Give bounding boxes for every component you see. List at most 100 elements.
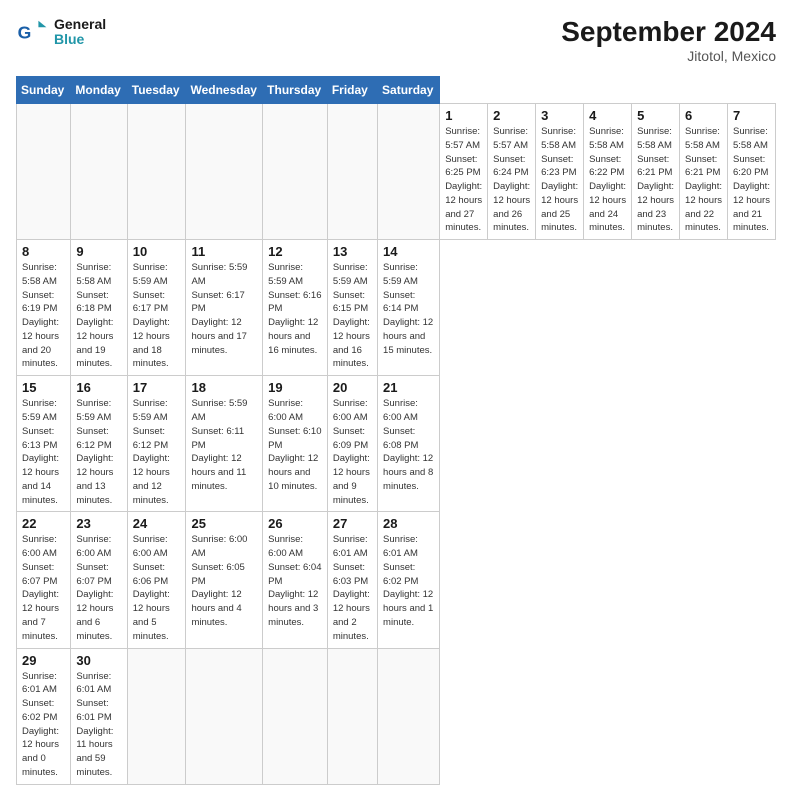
- day-number: 22: [22, 516, 65, 531]
- calendar-cell: 1Sunrise: 5:57 AMSunset: 6:25 PMDaylight…: [440, 104, 488, 240]
- day-detail: Sunrise: 6:00 AMSunset: 6:07 PMDaylight:…: [76, 533, 121, 643]
- calendar-cell: 15Sunrise: 5:59 AMSunset: 6:13 PMDayligh…: [17, 376, 71, 512]
- day-number: 15: [22, 380, 65, 395]
- calendar-cell: [263, 104, 328, 240]
- calendar-cell: 11 Sunrise: 5:59 AMSunset: 6:17 PMDayligh…: [186, 240, 263, 376]
- calendar-cell: 10 Sunrise: 5:59 AMSunset: 6:17 PMDayligh…: [127, 240, 186, 376]
- day-number: 24: [133, 516, 181, 531]
- day-number: 23: [76, 516, 121, 531]
- day-number: 10: [133, 244, 181, 259]
- logo-text: General Blue: [54, 17, 106, 48]
- day-detail: Sunrise: 5:58 AMSunset: 6:18 PMDaylight:…: [76, 261, 121, 371]
- day-detail: Sunrise: 5:58 AMSunset: 6:19 PMDaylight:…: [22, 261, 65, 371]
- day-detail: Sunrise: 6:01 AMSunset: 6:02 PMDaylight:…: [22, 670, 65, 780]
- day-detail: Sunrise: 5:58 AMSunset: 6:22 PMDaylight:…: [589, 125, 626, 235]
- col-header-saturday: Saturday: [378, 77, 440, 104]
- day-detail: Sunrise: 6:00 AMSunset: 6:05 PMDaylight:…: [191, 533, 257, 629]
- calendar-cell: 26Sunrise: 6:00 AMSunset: 6:04 PMDayligh…: [263, 512, 328, 648]
- day-detail: Sunrise: 6:00 AMSunset: 6:06 PMDaylight:…: [133, 533, 181, 643]
- day-detail: Sunrise: 5:59 AMSunset: 6:11 PMDaylight:…: [191, 397, 257, 493]
- day-detail: Sunrise: 6:01 AMSunset: 6:02 PMDaylight:…: [383, 533, 434, 629]
- calendar-cell: 23 Sunrise: 6:00 AMSunset: 6:07 PMDayligh…: [71, 512, 127, 648]
- page-header: G General Blue September 2024 Jitotol, M…: [16, 16, 776, 64]
- week-row-2: 8 Sunrise: 5:58 AMSunset: 6:19 PMDaylight…: [17, 240, 776, 376]
- day-detail: Sunrise: 6:01 AMSunset: 6:01 PMDaylight:…: [76, 670, 121, 780]
- col-header-thursday: Thursday: [263, 77, 328, 104]
- calendar-cell: 12 Sunrise: 5:59 AMSunset: 6:16 PMDayligh…: [263, 240, 328, 376]
- day-detail: Sunrise: 5:58 AMSunset: 6:23 PMDaylight:…: [541, 125, 578, 235]
- calendar-cell: 17Sunrise: 5:59 AMSunset: 6:12 PMDayligh…: [127, 376, 186, 512]
- day-number: 20: [333, 380, 372, 395]
- calendar-header-row: SundayMondayTuesdayWednesdayThursdayFrid…: [17, 77, 776, 104]
- day-number: 21: [383, 380, 434, 395]
- svg-text:G: G: [18, 22, 32, 42]
- day-number: 2: [493, 108, 530, 123]
- col-header-sunday: Sunday: [17, 77, 71, 104]
- day-detail: Sunrise: 5:57 AMSunset: 6:24 PMDaylight:…: [493, 125, 530, 235]
- week-row-5: 29 Sunrise: 6:01 AMSunset: 6:02 PMDayligh…: [17, 648, 776, 784]
- calendar-cell: 14Sunrise: 5:59 AMSunset: 6:14 PMDayligh…: [378, 240, 440, 376]
- day-detail: Sunrise: 5:59 AMSunset: 6:16 PMDaylight:…: [268, 261, 322, 357]
- calendar-cell: 7 Sunrise: 5:58 AMSunset: 6:20 PMDaylight…: [728, 104, 776, 240]
- day-detail: Sunrise: 6:00 AMSunset: 6:04 PMDaylight:…: [268, 533, 322, 629]
- calendar-cell: 4Sunrise: 5:58 AMSunset: 6:22 PMDaylight…: [584, 104, 632, 240]
- day-detail: Sunrise: 5:58 AMSunset: 6:21 PMDaylight:…: [637, 125, 674, 235]
- calendar-cell: [71, 104, 127, 240]
- day-detail: Sunrise: 5:59 AMSunset: 6:17 PMDaylight:…: [133, 261, 181, 371]
- calendar-cell: 24 Sunrise: 6:00 AMSunset: 6:06 PMDayligh…: [127, 512, 186, 648]
- week-row-4: 22 Sunrise: 6:00 AMSunset: 6:07 PMDayligh…: [17, 512, 776, 648]
- calendar-cell: [186, 104, 263, 240]
- calendar-cell: 25Sunrise: 6:00 AMSunset: 6:05 PMDayligh…: [186, 512, 263, 648]
- logo-line2: Blue: [54, 32, 106, 47]
- calendar-cell: [186, 648, 263, 784]
- page-title: September 2024: [561, 16, 776, 48]
- day-number: 19: [268, 380, 322, 395]
- day-number: 27: [333, 516, 372, 531]
- day-detail: Sunrise: 5:59 AMSunset: 6:12 PMDaylight:…: [76, 397, 121, 507]
- day-detail: Sunrise: 6:00 AMSunset: 6:07 PMDaylight:…: [22, 533, 65, 643]
- day-number: 1: [445, 108, 482, 123]
- day-detail: Sunrise: 5:58 AMSunset: 6:20 PMDaylight:…: [733, 125, 770, 235]
- day-number: 18: [191, 380, 257, 395]
- week-row-1: 1Sunrise: 5:57 AMSunset: 6:25 PMDaylight…: [17, 104, 776, 240]
- calendar-cell: [378, 104, 440, 240]
- day-number: 7: [733, 108, 770, 123]
- calendar-cell: 19Sunrise: 6:00 AMSunset: 6:10 PMDayligh…: [263, 376, 328, 512]
- day-number: 30: [76, 653, 121, 668]
- day-number: 28: [383, 516, 434, 531]
- calendar-cell: [327, 648, 377, 784]
- col-header-wednesday: Wednesday: [186, 77, 263, 104]
- day-number: 17: [133, 380, 181, 395]
- calendar-cell: 20Sunrise: 6:00 AMSunset: 6:09 PMDayligh…: [327, 376, 377, 512]
- calendar-cell: 8 Sunrise: 5:58 AMSunset: 6:19 PMDaylight…: [17, 240, 71, 376]
- calendar-cell: [378, 648, 440, 784]
- day-detail: Sunrise: 5:59 AMSunset: 6:15 PMDaylight:…: [333, 261, 372, 371]
- calendar-cell: 9Sunrise: 5:58 AMSunset: 6:18 PMDaylight…: [71, 240, 127, 376]
- day-detail: Sunrise: 5:59 AMSunset: 6:17 PMDaylight:…: [191, 261, 257, 357]
- day-number: 16: [76, 380, 121, 395]
- logo-icon: G: [16, 16, 48, 48]
- calendar-cell: 29 Sunrise: 6:01 AMSunset: 6:02 PMDayligh…: [17, 648, 71, 784]
- calendar-cell: 27Sunrise: 6:01 AMSunset: 6:03 PMDayligh…: [327, 512, 377, 648]
- day-detail: Sunrise: 5:58 AMSunset: 6:21 PMDaylight:…: [685, 125, 722, 235]
- week-row-3: 15Sunrise: 5:59 AMSunset: 6:13 PMDayligh…: [17, 376, 776, 512]
- calendar-cell: 2 Sunrise: 5:57 AMSunset: 6:24 PMDaylight…: [488, 104, 536, 240]
- col-header-monday: Monday: [71, 77, 127, 104]
- page-subtitle: Jitotol, Mexico: [561, 48, 776, 64]
- calendar-cell: 6Sunrise: 5:58 AMSunset: 6:21 PMDaylight…: [680, 104, 728, 240]
- title-block: September 2024 Jitotol, Mexico: [561, 16, 776, 64]
- calendar-cell: 30 Sunrise: 6:01 AMSunset: 6:01 PMDayligh…: [71, 648, 127, 784]
- calendar-cell: [127, 648, 186, 784]
- day-number: 29: [22, 653, 65, 668]
- calendar-table: SundayMondayTuesdayWednesdayThursdayFrid…: [16, 76, 776, 785]
- col-header-friday: Friday: [327, 77, 377, 104]
- day-number: 8: [22, 244, 65, 259]
- day-number: 14: [383, 244, 434, 259]
- logo-line1: General: [54, 17, 106, 32]
- calendar-cell: [127, 104, 186, 240]
- day-number: 11: [191, 244, 257, 259]
- calendar-cell: [327, 104, 377, 240]
- calendar-cell: 5Sunrise: 5:58 AMSunset: 6:21 PMDaylight…: [632, 104, 680, 240]
- day-number: 12: [268, 244, 322, 259]
- calendar-cell: 13Sunrise: 5:59 AMSunset: 6:15 PMDayligh…: [327, 240, 377, 376]
